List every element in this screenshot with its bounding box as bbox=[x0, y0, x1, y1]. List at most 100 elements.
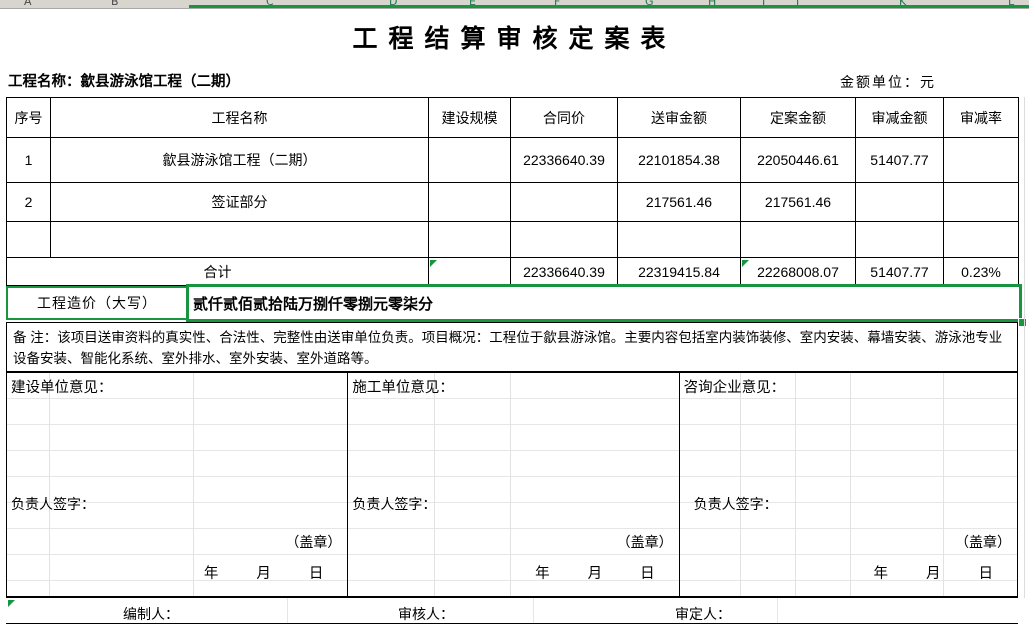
gridline bbox=[510, 373, 511, 596]
cell-error-indicator-triangle bbox=[742, 260, 749, 267]
page-title[interactable]: 工程结算审核定案表 bbox=[0, 19, 1029, 55]
day-label: 日 bbox=[979, 566, 994, 582]
table-cell[interactable]: 22050446.61 bbox=[741, 138, 856, 183]
table-cell[interactable] bbox=[856, 222, 944, 258]
table-cell[interactable]: 217561.46 bbox=[618, 183, 741, 222]
header-cell-name[interactable]: 工程名称 bbox=[51, 98, 429, 138]
table-cell[interactable]: 1 bbox=[7, 138, 51, 183]
owner-opinion-box[interactable]: 建设单位意见： 负责人签字： （盖章） 年 月 日 bbox=[7, 373, 348, 596]
table-cell[interactable]: 歙县游泳馆工程（二期） bbox=[51, 138, 429, 183]
seal-label: （盖章） bbox=[955, 532, 1011, 552]
selected-columns-underline bbox=[189, 5, 1029, 8]
table-cell[interactable]: 2 bbox=[7, 183, 51, 222]
cell-error-indicator-triangle bbox=[430, 260, 437, 267]
contractor-opinion-box[interactable]: 施工单位意见： 负责人签字： （盖章） 年 月 日 bbox=[348, 373, 679, 596]
total-cell[interactable]: 22319415.84 bbox=[618, 258, 741, 286]
table-cell[interactable] bbox=[429, 138, 511, 183]
total-cell[interactable]: 22336640.39 bbox=[511, 258, 618, 286]
gridline bbox=[740, 373, 741, 596]
gridline bbox=[533, 598, 534, 623]
table-row bbox=[7, 222, 1019, 258]
footer-row[interactable]: 编制人： 审核人： 审定人： bbox=[6, 598, 1018, 624]
table-cell[interactable]: 22336640.39 bbox=[511, 138, 618, 183]
total-cell[interactable]: 22268008.07 bbox=[741, 258, 856, 286]
total-label-cell[interactable]: 合计 bbox=[7, 258, 429, 286]
table-header-row: 序号 工程名称 建设规模 合同价 送审金额 定案金额 审减金额 审减率 bbox=[7, 98, 1019, 138]
year-label: 年 bbox=[204, 566, 219, 582]
table-cell[interactable] bbox=[618, 222, 741, 258]
header-cell-no[interactable]: 序号 bbox=[7, 98, 51, 138]
reviewer-label: 审核人： bbox=[398, 604, 454, 624]
signature-label: 负责人签字： bbox=[694, 494, 778, 514]
table-cell[interactable] bbox=[944, 222, 1019, 258]
column-letter-a[interactable]: A bbox=[24, 0, 32, 8]
table-cell[interactable]: 签证部分 bbox=[51, 183, 429, 222]
contractor-opinion-label: 施工单位意见： bbox=[352, 376, 454, 397]
table-cell[interactable] bbox=[511, 222, 618, 258]
date-placeholder: 年月日 bbox=[204, 562, 324, 583]
header-cell-reduction[interactable]: 审减金额 bbox=[856, 98, 944, 138]
header-cell-contract[interactable]: 合同价 bbox=[511, 98, 618, 138]
header-cell-rate[interactable]: 审减率 bbox=[944, 98, 1019, 138]
table-cell[interactable]: 217561.46 bbox=[741, 183, 856, 222]
gridline bbox=[850, 373, 851, 596]
table-total-row: 合计 22336640.39 22319415.84 22268008.07 5… bbox=[7, 258, 1019, 286]
settlement-table: 序号 工程名称 建设规模 合同价 送审金额 定案金额 审减金额 审减率 1 歙县… bbox=[6, 97, 1019, 286]
signature-label: 负责人签字： bbox=[11, 494, 95, 514]
table-cell[interactable] bbox=[944, 183, 1019, 222]
amount-unit-label[interactable]: 金额单位：元 bbox=[840, 72, 936, 92]
opinion-section: 建设单位意见： 负责人签字： （盖章） 年 月 日 施工单位意见： 负责人签字： （… bbox=[6, 372, 1018, 598]
gridline bbox=[193, 373, 194, 596]
date-placeholder: 年月日 bbox=[535, 562, 655, 583]
header-cell-finalized[interactable]: 定案金额 bbox=[741, 98, 856, 138]
gridline bbox=[777, 598, 778, 623]
cell-error-indicator-triangle bbox=[8, 600, 15, 607]
month-label: 月 bbox=[926, 566, 941, 582]
table-cell[interactable] bbox=[741, 222, 856, 258]
table-cell[interactable] bbox=[7, 222, 51, 258]
excel-settlement-sheet: A B C D E F G H I J K L 工程结算审核定案表 工程名称：歙… bbox=[0, 0, 1029, 625]
seal-label: （盖章） bbox=[617, 532, 673, 552]
table-cell[interactable] bbox=[51, 222, 429, 258]
day-label: 日 bbox=[640, 566, 655, 582]
table-cell[interactable]: 51407.77 bbox=[856, 138, 944, 183]
selection-fill-handle[interactable] bbox=[1018, 318, 1027, 327]
seal-label: （盖章） bbox=[285, 532, 341, 552]
excel-column-header-row[interactable]: A B C D E F G H I J K L bbox=[0, 0, 1029, 9]
day-label: 日 bbox=[309, 566, 324, 582]
gridline bbox=[795, 373, 796, 596]
table-row: 2 签证部分 217561.46 217561.46 bbox=[7, 183, 1019, 222]
table-cell[interactable]: 22101854.38 bbox=[618, 138, 741, 183]
date-placeholder: 年月日 bbox=[874, 562, 994, 583]
total-cell[interactable] bbox=[429, 258, 511, 286]
month-label: 月 bbox=[588, 566, 603, 582]
owner-opinion-label: 建设单位意见： bbox=[11, 376, 113, 397]
consultant-opinion-label: 咨询企业意见： bbox=[684, 376, 786, 397]
amount-in-words-label-cell[interactable]: 工程造价（大写） bbox=[6, 286, 188, 320]
gridline bbox=[287, 598, 288, 623]
note-cell[interactable]: 备 注：该项目送审资料的真实性、合法性、完整性由送审单位负责。项目概况：工程位于… bbox=[6, 322, 1018, 372]
signature-label: 负责人签字： bbox=[352, 494, 436, 514]
table-row: 1 歙县游泳馆工程（二期） 22336640.39 22101854.38 22… bbox=[7, 138, 1019, 183]
year-label: 年 bbox=[535, 566, 550, 582]
header-cell-scale[interactable]: 建设规模 bbox=[429, 98, 511, 138]
year-label: 年 bbox=[874, 566, 889, 582]
header-cell-submitted[interactable]: 送审金额 bbox=[618, 98, 741, 138]
preparer-label: 编制人： bbox=[123, 604, 179, 624]
amount-in-words-value-cell[interactable]: 贰仟贰佰贰拾陆万捌仟零捌元零柒分 bbox=[186, 284, 1022, 322]
table-cell[interactable] bbox=[856, 183, 944, 222]
table-cell[interactable] bbox=[511, 183, 618, 222]
gridline bbox=[1024, 97, 1025, 598]
table-cell[interactable] bbox=[429, 222, 511, 258]
month-label: 月 bbox=[256, 566, 271, 582]
table-cell[interactable] bbox=[429, 183, 511, 222]
table-cell[interactable] bbox=[944, 138, 1019, 183]
project-name-label[interactable]: 工程名称：歙县游泳馆工程（二期） bbox=[8, 70, 240, 91]
consultant-opinion-box[interactable]: 咨询企业意见： 负责人签字： （盖章） 年 月 日 bbox=[680, 373, 1017, 596]
total-cell[interactable]: 51407.77 bbox=[856, 258, 944, 286]
gridline bbox=[434, 373, 435, 596]
gridline bbox=[49, 373, 50, 596]
approver-label: 审定人： bbox=[675, 604, 731, 624]
column-letter-b[interactable]: B bbox=[111, 0, 119, 8]
total-cell[interactable]: 0.23% bbox=[944, 258, 1019, 286]
